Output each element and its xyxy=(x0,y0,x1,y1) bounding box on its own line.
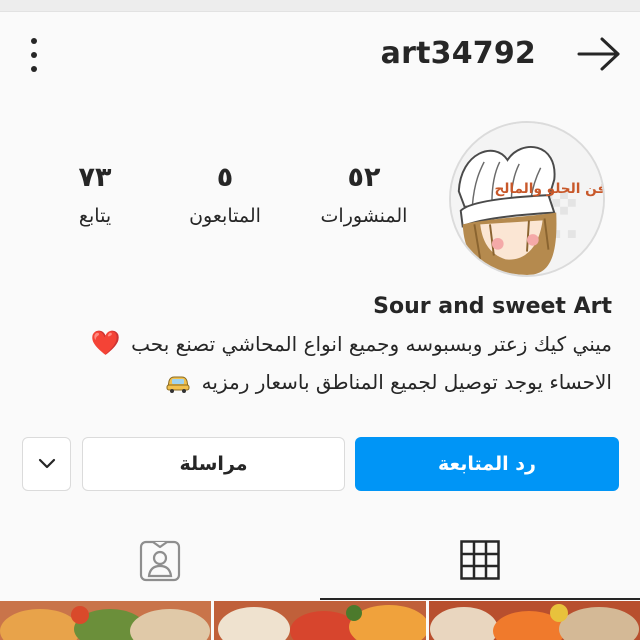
heart-icon: ❤️ xyxy=(90,329,121,357)
following-stat[interactable]: ٧٣ يتابع xyxy=(50,158,140,234)
tab-posts-grid[interactable] xyxy=(320,522,640,600)
profile-tabs xyxy=(0,522,640,600)
followers-stat[interactable]: ٥ المتابعون xyxy=(170,158,280,234)
bio-line-2: الاحساء يوجد توصيل لجميع المناطق باسعار … xyxy=(12,363,612,401)
following-count: ٧٣ xyxy=(78,162,112,193)
arrow-right-icon[interactable] xyxy=(576,36,622,72)
suggestions-dropdown-button[interactable] xyxy=(22,437,71,491)
bio-line-1: ميني كيك زعتر وبسبوسه وجميع انواع المحاش… xyxy=(12,324,612,363)
profile-bio: Sour and sweet Art ميني كيك زعتر وبسبوسه… xyxy=(12,290,612,401)
profile-header: art34792 xyxy=(0,22,640,86)
post-thumbnail[interactable] xyxy=(0,601,211,640)
bio-line-2-text: الاحساء يوجد توصيل لجميع المناطق باسعار … xyxy=(201,370,612,394)
posts-grid xyxy=(0,601,640,640)
tagged-user-icon xyxy=(139,540,181,582)
more-vertical-icon xyxy=(31,38,37,44)
message-button[interactable]: مراسلة xyxy=(82,437,345,491)
followers-label: المتابعون xyxy=(189,205,261,227)
avatar-logo-text: فن الحلو والمالح xyxy=(494,181,603,197)
more-options-button[interactable] xyxy=(22,38,46,72)
grid-icon xyxy=(460,540,500,580)
bio-line-1-text: ميني كيك زعتر وبسبوسه وجميع انواع المحاش… xyxy=(131,332,612,356)
following-label: يتابع xyxy=(78,205,112,227)
chevron-down-icon xyxy=(38,458,55,469)
posts-label: المنشورات xyxy=(320,205,408,227)
post-thumbnail[interactable] xyxy=(214,601,426,640)
status-bar xyxy=(0,0,640,12)
profile-avatar[interactable]: فن الحلو والمالح xyxy=(449,121,605,277)
followers-count: ٥ xyxy=(216,162,234,193)
post-thumbnail[interactable] xyxy=(429,601,640,640)
profile-username: art34792 xyxy=(380,36,536,71)
bio-name: Sour and sweet Art xyxy=(373,294,612,319)
profile-stats: ٧٣ يتابع ٥ المتابعون ٥٢ المنشورات xyxy=(40,158,420,238)
tab-tagged[interactable] xyxy=(0,522,320,600)
car-icon xyxy=(166,376,190,393)
posts-count: ٥٢ xyxy=(347,162,381,193)
avatar-illustration: فن الحلو والمالح xyxy=(451,123,603,275)
posts-stat: ٥٢ المنشورات xyxy=(302,158,426,234)
follow-back-button[interactable]: رد المتابعة xyxy=(355,437,619,491)
